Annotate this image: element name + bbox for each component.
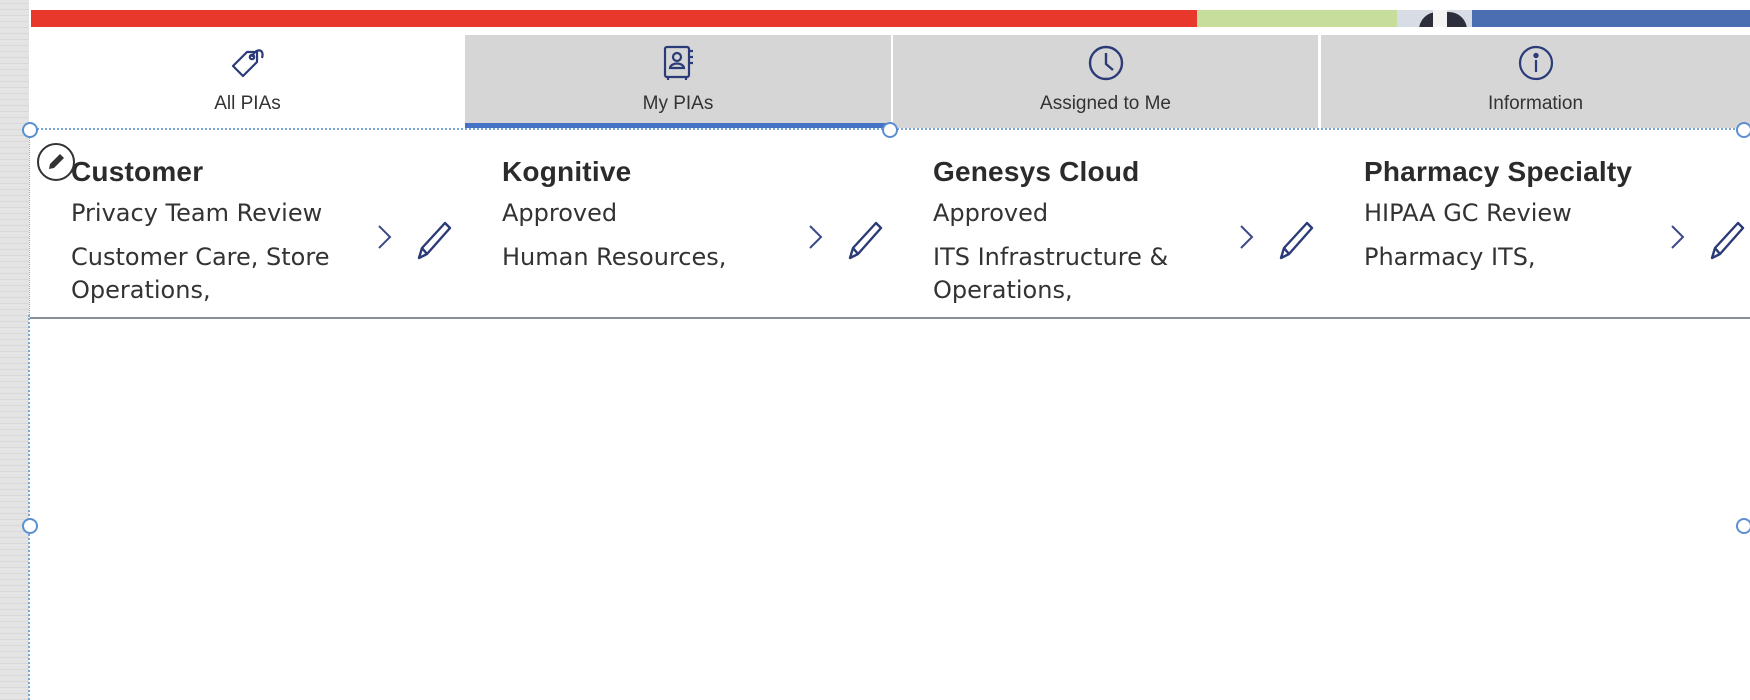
edit-pencil-icon[interactable] [1275, 218, 1315, 262]
chevron-right-icon[interactable] [806, 220, 826, 254]
canvas-left-rail [0, 0, 29, 700]
card-department: Human Resources, [502, 243, 727, 271]
card-title: Customer [71, 156, 204, 187]
info-icon [1516, 43, 1556, 83]
card-department: Customer Care, Store Operations, [71, 243, 330, 304]
card-status: HIPAA GC Review [1364, 199, 1572, 227]
tab-label: All PIAs [214, 93, 281, 114]
card-status: Approved [502, 199, 618, 227]
banner-red-segment [31, 10, 1197, 27]
pia-gallery: Customer Privacy Team Review Customer Ca… [29, 128, 1750, 319]
edit-pencil-icon[interactable] [844, 218, 884, 262]
banner-green-segment [1197, 10, 1397, 27]
resize-handle-top-center[interactable] [882, 122, 898, 138]
resize-handle-top-right[interactable] [1736, 122, 1750, 138]
edit-pencil-icon[interactable] [1706, 218, 1746, 262]
pia-card[interactable]: Pharmacy Specialty HIPAA GC Review Pharm… [1323, 150, 1746, 315]
card-department: Pharmacy ITS, [1364, 243, 1536, 271]
edit-template-badge[interactable] [37, 143, 75, 181]
card-status: Approved [933, 199, 1049, 227]
tab-label: Information [1487, 93, 1584, 114]
banner-blue-segment [1472, 10, 1750, 27]
card-title: Genesys Cloud [933, 156, 1140, 187]
chevron-right-icon[interactable] [375, 220, 395, 254]
clock-icon [1086, 43, 1126, 83]
pia-card[interactable]: Kognitive Approved Human Resources, [461, 150, 884, 315]
selection-frame-edge [28, 315, 31, 700]
banner-photo [1397, 10, 1472, 27]
header-banner [31, 10, 1750, 27]
edit-pencil-icon[interactable] [413, 218, 453, 262]
card-title: Pharmacy Specialty [1364, 156, 1633, 187]
pia-card[interactable]: Genesys Cloud Approved ITS Infrastructur… [892, 150, 1315, 315]
pia-card[interactable]: Customer Privacy Team Review Customer Ca… [30, 150, 453, 315]
card-status: Privacy Team Review [71, 199, 323, 227]
tab-information[interactable]: Information [1321, 35, 1750, 128]
chevron-right-icon[interactable] [1237, 220, 1257, 254]
tab-label: Assigned to Me [1040, 93, 1171, 114]
card-department: ITS Infrastructure & Operations, [933, 243, 1169, 304]
contact-book-icon [658, 43, 698, 83]
tab-bar: All PIAs My PIAs Assigned to Me Informat… [31, 35, 1750, 128]
resize-handle-top-left[interactable] [22, 122, 38, 138]
tab-assigned-to-me[interactable]: Assigned to Me [893, 35, 1318, 128]
tab-my-pias[interactable]: My PIAs [465, 35, 891, 128]
pencil-icon [49, 154, 64, 169]
resize-handle-middle-right[interactable] [1736, 518, 1750, 534]
card-title: Kognitive [502, 156, 632, 187]
tag-icon [228, 43, 268, 83]
chevron-right-icon[interactable] [1668, 220, 1688, 254]
tab-label: My PIAs [642, 93, 714, 114]
resize-handle-middle-left[interactable] [22, 518, 38, 534]
tab-all-pias[interactable]: All PIAs [31, 35, 464, 128]
